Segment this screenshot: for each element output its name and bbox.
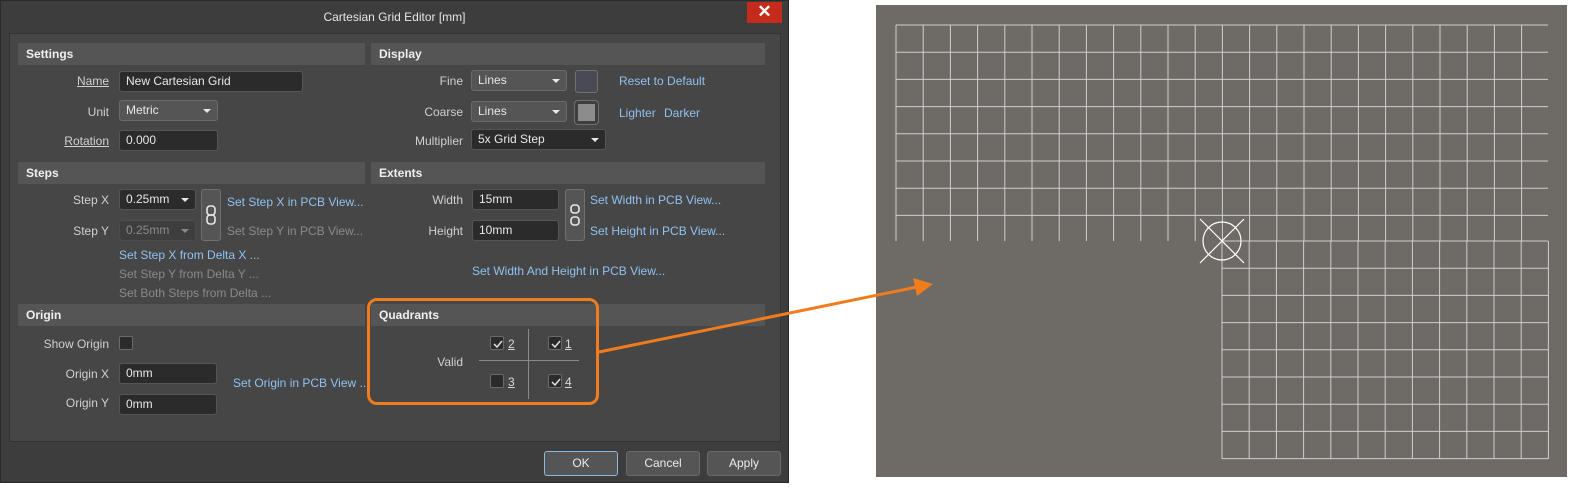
show-origin-checkbox[interactable]: [119, 336, 133, 350]
set-step-x-delta-link[interactable]: Set Step X from Delta X ...: [119, 248, 260, 262]
set-step-y-delta-link: Set Step Y from Delta Y ...: [119, 267, 259, 281]
fine-style-select[interactable]: Lines: [471, 70, 567, 91]
chevron-down-icon: [591, 138, 599, 142]
origin-header: Origin: [18, 304, 365, 326]
title-bar: Cartesian Grid Editor [mm] ✕: [1, 1, 788, 32]
set-both-delta-link: Set Both Steps from Delta ...: [119, 286, 272, 300]
origin-y-label: Origin Y: [65, 396, 109, 410]
cancel-button[interactable]: Cancel: [626, 451, 700, 476]
grid-preview: [895, 24, 1549, 460]
set-step-y-pcb-link: Set Step Y in PCB View...: [227, 224, 364, 238]
step-y-label: Step Y: [73, 224, 109, 238]
width-label: Width: [432, 193, 463, 207]
close-button[interactable]: ✕: [747, 2, 782, 23]
origin-y-input[interactable]: 0mm: [119, 394, 217, 415]
origin-x-input[interactable]: 0mm: [119, 363, 217, 384]
chain-link-icon: [206, 205, 216, 225]
settings-header: Settings: [18, 43, 365, 65]
chevron-down-icon: [181, 229, 189, 233]
origin-x-label: Origin X: [65, 367, 109, 381]
multiplier-select[interactable]: 5x Grid Step: [471, 129, 606, 150]
extents-header: Extents: [371, 162, 765, 184]
chevron-down-icon: [552, 110, 560, 114]
link-steps-toggle[interactable]: [201, 189, 221, 241]
height-label: Height: [428, 224, 463, 238]
step-y-select: 0.25mm: [119, 220, 196, 241]
window-title: Cartesian Grid Editor [mm]: [323, 10, 466, 24]
reset-to-default-link[interactable]: Reset to Default: [619, 74, 705, 88]
steps-header: Steps: [18, 162, 365, 184]
set-width-pcb-link[interactable]: Set Width in PCB View...: [590, 193, 721, 207]
fine-color-swatch[interactable]: [575, 70, 598, 93]
width-input[interactable]: 15mm: [472, 189, 559, 210]
set-step-x-pcb-link[interactable]: Set Step X in PCB View...: [227, 195, 364, 209]
darker-link[interactable]: Darker: [664, 106, 700, 120]
unit-select[interactable]: Metric: [119, 100, 218, 121]
link-extents-toggle[interactable]: [565, 189, 585, 241]
step-x-label: Step X: [72, 193, 109, 207]
apply-button[interactable]: Apply: [707, 451, 781, 476]
step-x-select[interactable]: 0.25mm: [119, 189, 196, 210]
quadrants-highlight: [367, 298, 599, 405]
show-origin-label: Show Origin: [43, 337, 109, 351]
display-header: Display: [371, 43, 765, 65]
unit-label: Unit: [87, 105, 109, 119]
callout-arrow: [598, 278, 933, 354]
fine-label: Fine: [439, 74, 463, 88]
rotation-label: Rotation: [64, 134, 109, 148]
set-origin-pcb-link[interactable]: Set Origin in PCB View ...: [233, 376, 370, 390]
close-icon: ✕: [757, 2, 772, 21]
height-input[interactable]: 10mm: [472, 220, 559, 241]
lighter-link[interactable]: Lighter: [619, 106, 656, 120]
cartesian-grid-editor-dialog: Cartesian Grid Editor [mm] ✕ Settings Na…: [0, 0, 789, 483]
pcb-grid-preview: [876, 5, 1567, 477]
multiplier-label: Multiplier: [414, 134, 463, 148]
coarse-style-select[interactable]: Lines: [471, 101, 567, 122]
name-input[interactable]: New Cartesian Grid: [119, 71, 303, 92]
coarse-color-swatch[interactable]: [574, 100, 599, 125]
ok-button[interactable]: OK: [544, 451, 618, 476]
rotation-input[interactable]: 0.000: [119, 130, 218, 151]
chevron-down-icon: [181, 198, 189, 202]
chevron-down-icon: [203, 109, 211, 113]
set-height-pcb-link[interactable]: Set Height in PCB View...: [590, 224, 725, 238]
chain-link-broken-icon: [570, 204, 580, 226]
chevron-down-icon: [552, 79, 560, 83]
coarse-label: Coarse: [424, 105, 463, 119]
name-label: Name: [76, 74, 109, 88]
